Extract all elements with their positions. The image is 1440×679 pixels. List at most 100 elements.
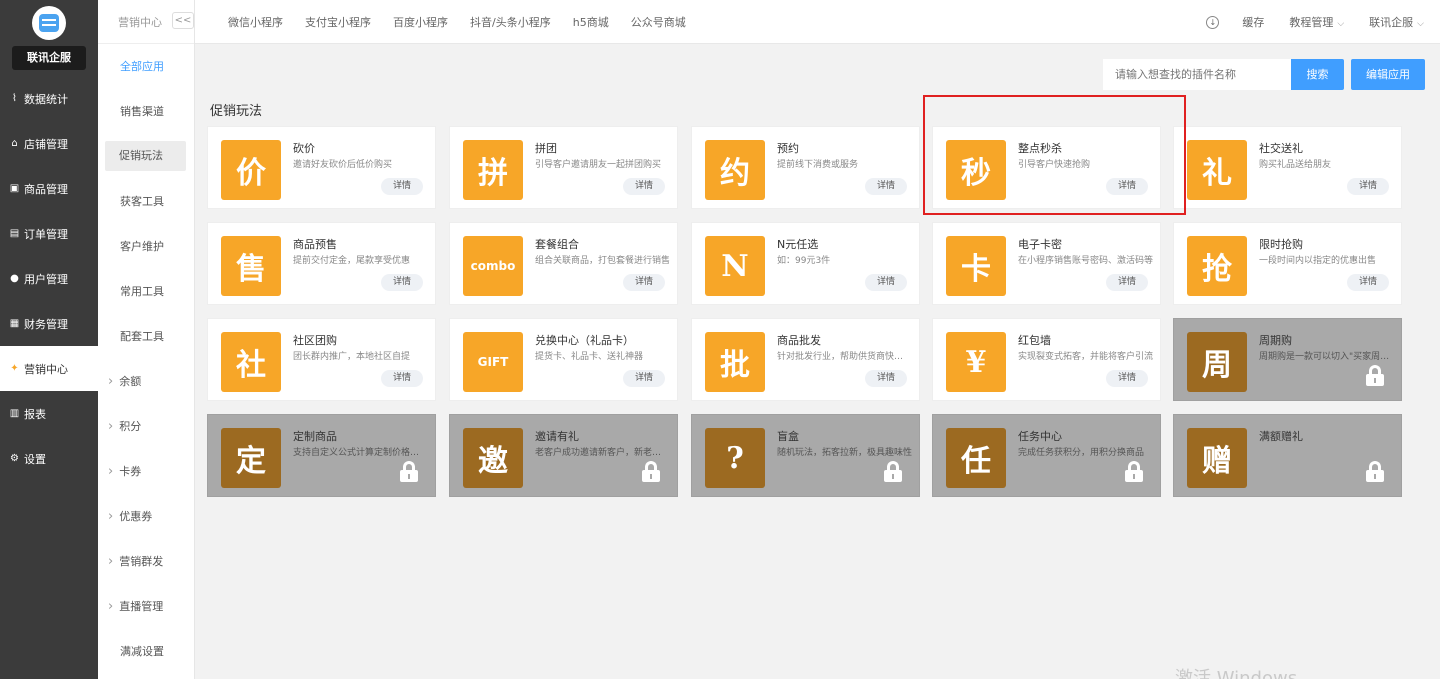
app-name: 预约 xyxy=(777,142,799,155)
detail-button[interactable]: 详情 xyxy=(865,178,907,195)
tutorial-menu[interactable]: 教程管理 ⌵ xyxy=(1289,14,1344,30)
detail-button[interactable]: 详情 xyxy=(1347,274,1389,291)
detail-button[interactable]: 详情 xyxy=(381,370,423,387)
section-title: 促销玩法 xyxy=(210,104,263,119)
main-content: 搜索 编辑应用 促销玩法 价 砍价邀请好友砍价后低价购买详情 拼 拼团引导客户邀请朋友… xyxy=(195,44,1440,679)
subnav-customer-care[interactable]: 客户维护 xyxy=(98,224,194,269)
detail-button[interactable]: 详情 xyxy=(865,274,907,291)
nav-item-stats[interactable]: ⌇ 数据统计 xyxy=(0,76,98,121)
subnav-mass-message[interactable]: 营销群发 xyxy=(98,539,194,584)
top-right-actions: ↓ 缓存 教程管理 ⌵ 联讯企服 ⌵ xyxy=(1206,0,1440,44)
app-icon: GIFT xyxy=(463,332,523,392)
app-card[interactable]: 价 砍价 邀请好友砍价后低价购买 详情 xyxy=(207,126,436,209)
subnav-all-apps[interactable]: 全部应用 xyxy=(98,44,194,89)
windows-watermark: 激活 Windows xyxy=(1175,668,1298,679)
nav-item-users[interactable]: ● 用户管理 xyxy=(0,256,98,301)
tab-wechat[interactable]: 微信小程序 xyxy=(228,14,283,30)
detail-button[interactable]: 详情 xyxy=(1106,274,1148,291)
subnav-acquisition[interactable]: 获客工具 xyxy=(98,179,194,224)
app-card[interactable]: 赠 满额赠礼 xyxy=(1173,414,1402,497)
app-desc: 如：99元3件 xyxy=(777,256,831,266)
app-icon: N xyxy=(705,236,765,296)
nav-item-finance[interactable]: ▦ 财务管理 xyxy=(0,301,98,346)
subnav-support-tools[interactable]: 配套工具 xyxy=(98,314,194,359)
chevron-down-icon: ⌵ xyxy=(1337,19,1345,29)
app-card[interactable]: 拼 拼团 引导客户邀请朋友一起拼团购买 详情 xyxy=(449,126,678,209)
subnav-live[interactable]: 直播管理 xyxy=(98,584,194,629)
app-card[interactable]: 定 定制商品 支持自定义公式计算定制价格的商品 xyxy=(207,414,436,497)
app-icon-glyph: 卡 xyxy=(961,252,991,287)
app-card[interactable]: 抢 限时抢购 一段时间内以指定的优惠出售 详情 xyxy=(1173,222,1402,305)
app-card[interactable]: 卡 电子卡密 在小程序销售账号密码、激活码等 详情 xyxy=(932,222,1161,305)
app-card[interactable]: GIFT 兑换中心（礼品卡） 提货卡、礼品卡、送礼神器 详情 xyxy=(449,318,678,401)
tab-baidu[interactable]: 百度小程序 xyxy=(393,14,448,30)
subnav-balance[interactable]: 余额 xyxy=(98,359,194,404)
subnav-discount[interactable]: 满减设置 xyxy=(98,629,194,674)
app-icon: 拼 xyxy=(463,140,523,200)
detail-button[interactable]: 详情 xyxy=(623,370,665,387)
app-icon: 价 xyxy=(221,140,281,200)
subnav-common-tools[interactable]: 常用工具 xyxy=(98,269,194,314)
nav-item-report[interactable]: ▥ 报表 xyxy=(0,391,98,436)
detail-button[interactable]: 详情 xyxy=(623,274,665,291)
app-card[interactable]: 秒 整点秒杀 引导客户快速抢购 详情 xyxy=(932,126,1161,209)
app-desc: 购买礼品送给朋友 xyxy=(1259,160,1332,170)
app-card[interactable]: 约 预约 提前线下消费或服务 详情 xyxy=(691,126,920,209)
app-icon: 礼 xyxy=(1187,140,1247,200)
app-card[interactable]: ? 盲盒 随机玩法，拓客拉新，极具趣味性 xyxy=(691,414,920,497)
detail-button[interactable]: 详情 xyxy=(623,178,665,195)
detail-button[interactable]: 详情 xyxy=(865,370,907,387)
subnav-coupons[interactable]: 优惠券 xyxy=(98,494,194,539)
nav-item-marketing[interactable]: ✦ 营销中心 xyxy=(0,346,98,391)
app-icon: ? xyxy=(705,428,765,488)
nav-item-goods[interactable]: ▣ 商品管理 xyxy=(0,166,98,211)
nav-item-orders[interactable]: ▤ 订单管理 xyxy=(0,211,98,256)
tab-alipay[interactable]: 支付宝小程序 xyxy=(305,14,371,30)
detail-button[interactable]: 详情 xyxy=(381,274,423,291)
store-icon: ⌂ xyxy=(11,138,18,149)
subnav-points[interactable]: 积分 xyxy=(98,404,194,449)
app-desc: 引导客户快速抢购 xyxy=(1018,160,1091,170)
subnav-cards[interactable]: 卡券 xyxy=(98,449,194,494)
app-card[interactable]: 售 商品预售 提前交付定金，尾款享受优惠 详情 xyxy=(207,222,436,305)
edit-apps-button[interactable]: 编辑应用 xyxy=(1351,59,1425,90)
app-desc: 一段时间内以指定的优惠出售 xyxy=(1259,256,1377,266)
main-nav: ⌇ 数据统计 ⌂ 店铺管理 ▣ 商品管理 ▤ 订单管理 ● 用户管理 ▦ 财务管理 ✦ 营销中… xyxy=(0,76,98,481)
detail-button[interactable]: 详情 xyxy=(381,178,423,195)
app-card[interactable]: 礼 社交送礼 购买礼品送给朋友 详情 xyxy=(1173,126,1402,209)
account-menu[interactable]: 联讯企服 ⌵ xyxy=(1369,14,1424,30)
app-name: 商品批发 xyxy=(777,334,821,347)
tab-h5[interactable]: h5商城 xyxy=(573,14,609,30)
app-desc: 提前线下消费或服务 xyxy=(777,160,859,170)
app-icon-glyph: 秒 xyxy=(961,156,991,191)
app-card[interactable]: 社 社区团购 团长群内推广，本地社区自提 详情 xyxy=(207,318,436,401)
app-card[interactable]: N N元任选 如：99元3件 详情 xyxy=(691,222,920,305)
order-icon: ▤ xyxy=(9,228,20,239)
subnav-sales-channel[interactable]: 销售渠道 xyxy=(98,89,194,134)
tab-douyin[interactable]: 抖音/头条小程序 xyxy=(470,14,551,30)
app-card[interactable]: combo 套餐组合 组合关联商品，打包套餐进行销售 详情 xyxy=(449,222,678,305)
nav-item-settings[interactable]: ⚙ 设置 xyxy=(0,436,98,481)
detail-button[interactable]: 详情 xyxy=(1106,178,1148,195)
cache-link[interactable]: 缓存 xyxy=(1242,14,1264,30)
tab-official-account[interactable]: 公众号商城 xyxy=(631,14,686,30)
app-card[interactable]: 周 周期购周期购是一款可以切入"买家周期性消费" xyxy=(1173,318,1402,401)
app-icon: 售 xyxy=(221,236,281,296)
lock-icon xyxy=(1366,365,1384,386)
subnav-promotion[interactable]: 促销玩法 xyxy=(105,141,186,171)
app-name: 套餐组合 xyxy=(535,238,579,251)
app-card[interactable]: ¥ 红包墙 实现裂变式拓客，并能将客户引流 详情 xyxy=(932,318,1161,401)
app-icon-glyph: 社 xyxy=(236,348,266,383)
app-desc: 在小程序销售账号密码、激活码等 xyxy=(1018,256,1153,266)
download-icon[interactable]: ↓ xyxy=(1206,15,1220,29)
nav-item-store[interactable]: ⌂ 店铺管理 xyxy=(0,121,98,166)
search-button[interactable]: 搜索 xyxy=(1291,59,1344,90)
app-card[interactable]: 邀 邀请有礼老客户成功邀请新客户，新老客户均可获得奖励 xyxy=(449,414,678,497)
app-card[interactable]: 任 任务中心 完成任务获积分，用积分换商品 xyxy=(932,414,1161,497)
detail-button[interactable]: 详情 xyxy=(1106,370,1148,387)
collapse-button[interactable]: << xyxy=(172,12,194,29)
detail-button[interactable]: 详情 xyxy=(1347,178,1389,195)
plugin-search-input[interactable] xyxy=(1103,59,1291,90)
app-card[interactable]: 批 商品批发 针对批发行业，帮助供货商快速批发 详情 xyxy=(691,318,920,401)
app-desc: 随机玩法，拓客拉新，极具趣味性 xyxy=(777,448,912,458)
